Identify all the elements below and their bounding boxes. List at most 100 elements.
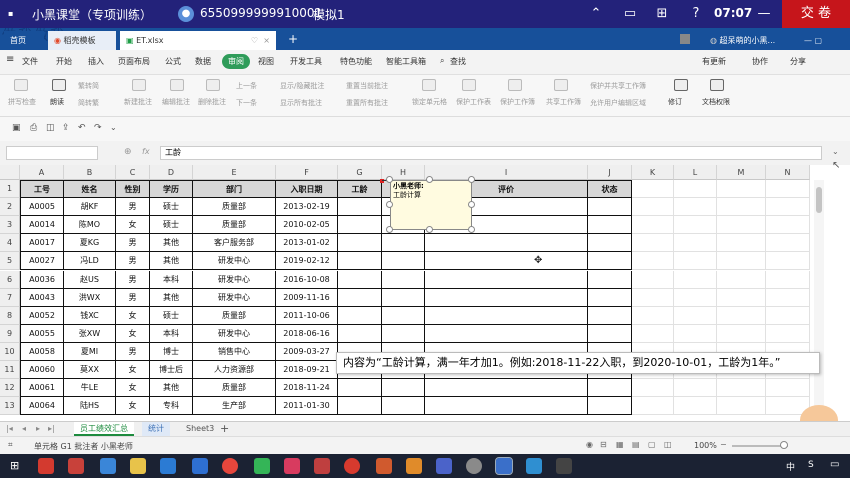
table-cell[interactable]: 2013-02-19 [276,198,338,217]
close-tab-icon[interactable]: × [263,31,270,50]
tab-file[interactable]: ▣ ET.xlsx ♡ × [120,31,276,50]
table-cell[interactable]: 2011-10-06 [276,306,338,325]
ribbon-protect-share[interactable]: 保护并共享工作簿 [590,81,646,91]
column-header[interactable]: F [276,165,338,180]
table-cell[interactable] [382,234,425,253]
empty-cell[interactable] [717,379,766,398]
empty-cell[interactable] [632,198,674,217]
empty-cell[interactable] [766,252,810,271]
ribbon-next-comment[interactable]: 下一条 [236,98,257,108]
page-break-icon[interactable]: ▤ [632,440,640,449]
table-cell[interactable]: 牛LE [64,379,116,398]
app-icon[interactable] [284,458,300,474]
row-header[interactable]: 10 [0,342,20,361]
row-header[interactable]: 5 [0,252,20,271]
wps-icon[interactable] [495,457,513,475]
table-cell[interactable]: 2009-11-16 [276,288,338,307]
column-header[interactable]: J [588,165,632,180]
table-cell[interactable] [382,397,425,416]
table-cell[interactable]: 洪WX [64,288,116,307]
table-cell[interactable] [425,288,588,307]
qat-dropdown-icon[interactable]: ⌄ [110,123,117,132]
empty-cell[interactable] [766,288,810,307]
ribbon-new-comment[interactable]: 新建批注 [124,97,152,107]
ribbon-protect-sheet[interactable]: 保护工作表 [456,97,491,107]
row-header[interactable]: 1 [0,180,20,199]
table-header-cell[interactable]: 性别 [116,180,150,199]
column-header[interactable]: K [632,165,674,180]
zoom-out-icon[interactable]: − [720,440,727,449]
table-cell[interactable]: 硕士 [150,216,193,235]
menu-item-toolbox[interactable]: 智能工具箱 [386,56,426,67]
resize-handle[interactable] [468,176,475,183]
row-header[interactable]: 7 [0,288,20,307]
app-icon[interactable] [436,458,452,474]
empty-cell[interactable] [766,379,810,398]
table-cell[interactable]: 人力资源部 [193,361,276,380]
table-cell[interactable]: 专科 [150,397,193,416]
table-cell[interactable] [338,252,382,271]
ribbon-simp-to-trad[interactable]: 简转繁 [78,98,99,108]
resize-handle[interactable] [468,201,475,208]
table-cell[interactable] [588,234,632,253]
ribbon-lock-cell[interactable]: 锁定单元格 [412,97,447,107]
table-cell[interactable]: 女 [116,397,150,416]
table-cell[interactable]: 2018-11-24 [276,379,338,398]
menu-item-file[interactable]: 文件 [22,56,38,67]
table-cell[interactable] [588,306,632,325]
share-button[interactable]: 分享 [790,56,806,67]
zoom-formula-icon[interactable]: ⊕ [124,147,132,157]
zoom-level[interactable]: 100% [694,441,717,450]
menu-item-insert[interactable]: 插入 [88,56,104,67]
table-cell[interactable]: A0005 [20,198,64,217]
table-cell[interactable]: 研发中心 [193,252,276,271]
table-cell[interactable]: 男 [116,234,150,253]
table-cell[interactable]: 硕士 [150,198,193,217]
table-cell[interactable]: 陆HS [64,397,116,416]
empty-cell[interactable] [632,324,674,343]
table-cell[interactable] [338,379,382,398]
empty-cell[interactable] [632,180,674,199]
resize-handle[interactable] [386,176,393,183]
table-cell[interactable]: A0058 [20,342,64,361]
comment-box[interactable]: 小黑老师: 工龄计算 [390,180,472,230]
table-cell[interactable] [588,324,632,343]
table-cell[interactable]: 本科 [150,270,193,289]
table-cell[interactable]: 生产部 [193,397,276,416]
grid-icon[interactable]: ⊞ [652,4,672,24]
sheet-tab[interactable]: Sheet3 [180,422,220,436]
app-icon[interactable] [314,458,330,474]
ribbon-protect-workbook[interactable]: 保护工作簿 [500,97,535,107]
empty-cell[interactable] [717,234,766,253]
menu-item-view[interactable]: 视图 [258,56,274,67]
table-cell[interactable]: 陈MO [64,216,116,235]
table-header-cell[interactable]: 入职日期 [276,180,338,199]
table-cell[interactable] [588,252,632,271]
table-header-cell[interactable]: 状态 [588,180,632,199]
row-header[interactable]: 13 [0,397,20,416]
table-cell[interactable]: 2010-02-05 [276,216,338,235]
menu-item-developer[interactable]: 开发工具 [290,56,322,67]
empty-cell[interactable] [766,216,810,235]
table-header-cell[interactable]: 工号 [20,180,64,199]
table-cell[interactable]: 女 [116,216,150,235]
table-cell[interactable]: 2011-01-30 [276,397,338,416]
table-cell[interactable]: A0027 [20,252,64,271]
table-cell[interactable]: 张XW [64,324,116,343]
empty-cell[interactable] [717,397,766,416]
table-cell[interactable] [425,324,588,343]
table-cell[interactable]: 2016-10-08 [276,270,338,289]
table-header-cell[interactable]: 部门 [193,180,276,199]
menu-item-review[interactable]: 审阅 [222,54,250,69]
vertical-scrollbar[interactable] [814,180,824,416]
table-cell[interactable] [382,288,425,307]
name-box[interactable] [6,146,98,160]
freeze-icon[interactable]: ⊟ [600,440,607,449]
netease-icon[interactable] [344,458,360,474]
table-cell[interactable]: 硕士 [150,306,193,325]
windows-start-icon[interactable]: ⊞ [10,459,19,472]
normal-view-icon[interactable]: ▦ [616,440,624,449]
table-cell[interactable]: 博士后 [150,361,193,380]
update-button[interactable]: 有更新 [702,56,726,67]
table-header-cell[interactable]: 工龄 [338,180,382,199]
